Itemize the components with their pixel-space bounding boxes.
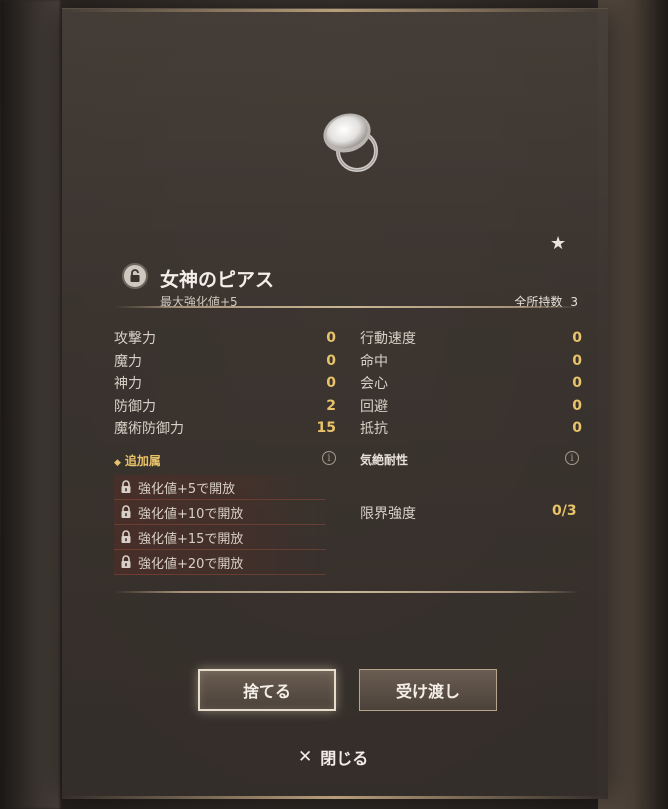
stat-value: 0 [572, 397, 582, 414]
additional-lock-list: 強化値+5で開放 強化値+10で開放 強化値+15で開放 強化値+20で開放 [114, 475, 326, 575]
stat-label: 抵抗 [360, 421, 388, 438]
stat-label: 魔力 [114, 353, 142, 370]
close-icon: ✕ [298, 747, 313, 767]
stat-label: 回避 [360, 398, 388, 415]
stats-left: 攻撃力 0 魔力 0 神力 0 防御力 2 魔術防御力 15 [114, 327, 336, 440]
lock-icon [121, 530, 131, 543]
stat-value: 15 [316, 420, 336, 437]
stats-right: 行動速度 0 命中 0 会心 0 回避 0 抵抗 0 [360, 327, 582, 440]
lock-icon [121, 480, 131, 493]
stat-value: 0 [326, 375, 336, 392]
stat-value: 2 [326, 397, 336, 414]
stat-row: 魔術防御力 15 [114, 417, 336, 440]
stat-row: 命中 0 [360, 350, 582, 373]
limit-label: 限界強度 [360, 506, 416, 522]
stat-value: 0 [572, 330, 582, 347]
item-header: 女神のピアス 最大強化値+5 全所持数 3 [122, 261, 582, 311]
item-name: 女神のピアス [160, 269, 275, 291]
stat-label: 神力 [114, 376, 142, 393]
stat-label: 魔術防御力 [114, 421, 184, 438]
background-left [0, 0, 60, 809]
list-item: 強化値+15で開放 [114, 525, 326, 550]
list-item: 強化値+10で開放 [114, 500, 326, 525]
close-button[interactable]: ✕ 閉じる [298, 745, 368, 769]
item-detail-panel: ★ 女神のピアス 最大強化値+5 全所持数 3 攻撃力 0 魔力 0 神力 0 防御力 2… [62, 8, 608, 799]
divider-bottom [114, 591, 580, 593]
lock-condition: 強化値+10で開放 [138, 506, 244, 522]
close-label: 閉じる [320, 749, 369, 768]
stat-value: 0 [326, 330, 336, 347]
lock-toggle-icon[interactable] [122, 263, 148, 289]
stat-value: 0 [572, 352, 582, 369]
star-icon[interactable]: ★ [550, 233, 566, 254]
stat-row: 抵抗 0 [360, 417, 582, 440]
additional-title-text: 追加属 [124, 454, 161, 468]
lock-condition: 強化値+5で開放 [138, 481, 236, 497]
stat-value: 0 [572, 375, 582, 392]
stat-row: 神力 0 [114, 372, 336, 395]
info-icon[interactable]: i [322, 451, 336, 465]
ring-icon [323, 113, 378, 172]
panel-bottom-border [62, 796, 608, 799]
list-item: 強化値+5で開放 [114, 475, 326, 500]
stat-label: 命中 [360, 353, 388, 370]
stat-row: 魔力 0 [114, 350, 336, 373]
background-right [598, 0, 668, 809]
lock-condition: 強化値+20で開放 [138, 556, 244, 572]
stat-row: 会心 0 [360, 372, 582, 395]
stat-row: 攻撃力 0 [114, 327, 336, 350]
lock-condition: 強化値+15で開放 [138, 531, 244, 547]
limit-value: 0/3 [552, 503, 577, 519]
stat-value: 0 [572, 420, 582, 437]
lock-icon [121, 505, 131, 518]
resist-title: 気絶耐性 [360, 453, 409, 467]
lock-icon [121, 555, 131, 568]
panel-top-border [62, 9, 608, 12]
stat-row: 行動速度 0 [360, 327, 582, 350]
divider-top [114, 306, 580, 308]
diamond-icon: ◆ [114, 458, 121, 468]
info-icon[interactable]: i [565, 451, 579, 465]
stat-value: 0 [326, 352, 336, 369]
stat-row: 回避 0 [360, 395, 582, 418]
stat-label: 会心 [360, 376, 388, 393]
transfer-button[interactable]: 受け渡し [359, 669, 497, 711]
discard-button[interactable]: 捨てる [198, 669, 336, 711]
stat-row: 防御力 2 [114, 395, 336, 418]
stat-label: 防御力 [114, 398, 156, 415]
stat-label: 行動速度 [360, 331, 416, 348]
additional-title: ◆ 追加属 [114, 452, 161, 469]
list-item: 強化値+20で開放 [114, 550, 326, 575]
stat-label: 攻撃力 [114, 331, 156, 348]
